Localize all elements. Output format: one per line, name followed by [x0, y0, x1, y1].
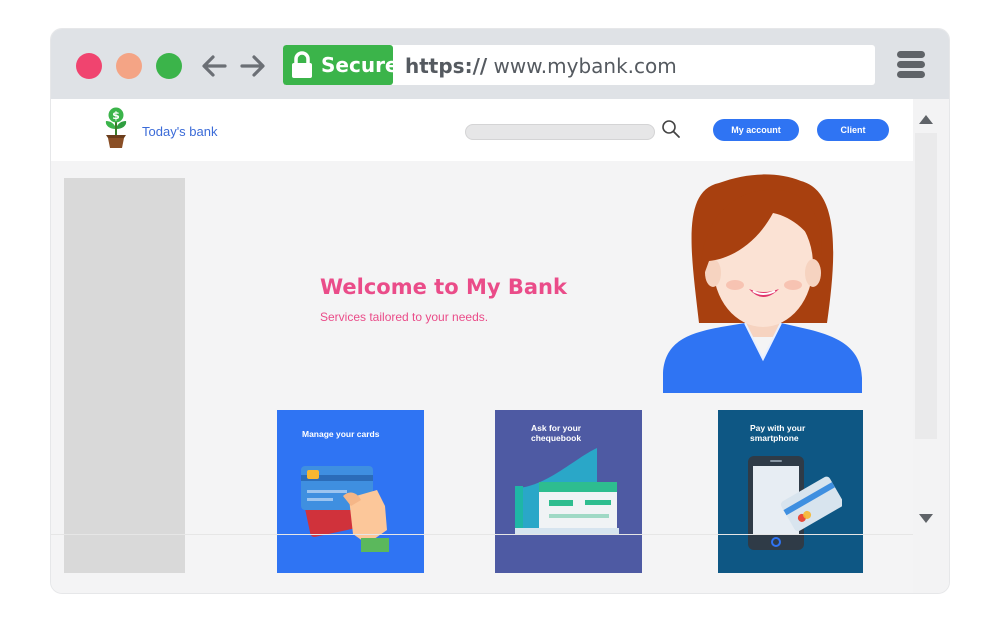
card-title: Pay with your smartphone [750, 423, 806, 443]
secure-badge: Secure [283, 45, 399, 85]
url-text[interactable]: https:// www.mybank.com [405, 54, 677, 78]
manage-cards-tile[interactable]: Manage your cards [277, 410, 424, 573]
search-input[interactable] [465, 124, 655, 140]
content-divider [51, 534, 913, 535]
scroll-down-arrow-icon[interactable] [918, 513, 934, 525]
card-title: Ask for your chequebook [531, 423, 582, 443]
back-arrow-icon[interactable] [199, 51, 229, 81]
advisor-avatar [663, 174, 862, 393]
smartphone-payment-icon [748, 456, 842, 550]
left-sidebar-placeholder [64, 178, 185, 573]
hamburger-menu-icon[interactable] [897, 51, 927, 81]
money-plant-logo-icon: $ [105, 107, 127, 148]
address-bar[interactable]: Secure https:// www.mybank.com [283, 45, 875, 85]
url-scheme: https:// [405, 54, 488, 78]
svg-text:$: $ [112, 109, 120, 122]
client-button[interactable]: Client [817, 119, 889, 141]
credit-card-hand-icon [301, 466, 389, 552]
web-page: $ Today's bank My account Client Welcome… [51, 99, 913, 593]
hero-subtitle: Services tailored to your needs. [320, 310, 489, 324]
hero-title: Welcome to My Bank [320, 275, 567, 299]
lock-icon [292, 51, 312, 78]
chequebook-tile[interactable]: Ask for your chequebook [495, 410, 642, 573]
scrollbar-track[interactable] [915, 133, 937, 439]
forward-arrow-icon[interactable] [238, 51, 268, 81]
browser-toolbar: Secure https:// www.mybank.com [51, 29, 949, 99]
close-window-dot[interactable] [76, 53, 102, 79]
my-account-button[interactable]: My account [713, 119, 799, 141]
brand-name[interactable]: Today's bank [142, 124, 217, 139]
secure-label: Secure [321, 53, 399, 77]
card-title: Manage your cards [302, 429, 380, 439]
minimize-window-dot[interactable] [116, 53, 142, 79]
smartphone-payment-tile[interactable]: Pay with your smartphone [718, 410, 863, 573]
search-icon[interactable] [661, 119, 681, 139]
site-header: $ Today's bank My account Client [51, 99, 913, 161]
browser-window: Secure https:// www.mybank.com $ Today's… [50, 28, 950, 594]
chequebook-icon [515, 448, 619, 534]
url-host: www.mybank.com [493, 54, 677, 78]
maximize-window-dot[interactable] [156, 53, 182, 79]
scroll-up-arrow-icon[interactable] [918, 113, 934, 125]
